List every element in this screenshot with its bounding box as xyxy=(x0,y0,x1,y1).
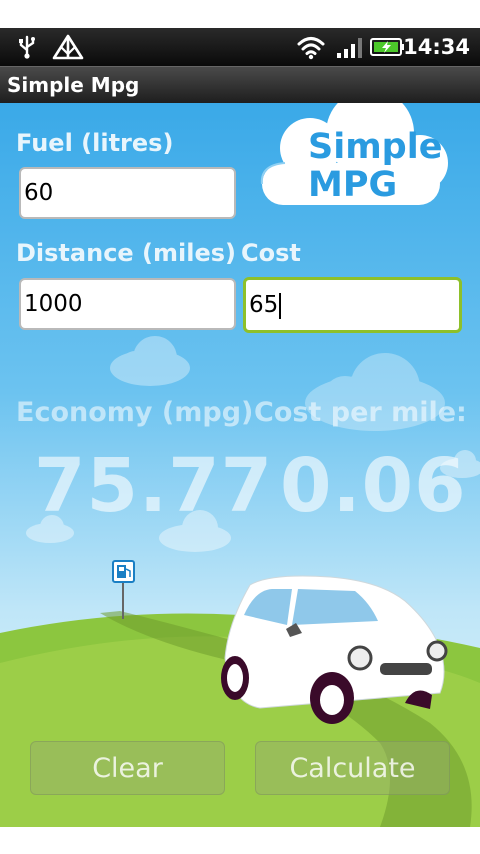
fuel-value: 60 xyxy=(24,180,54,206)
status-bar: 14:34 xyxy=(0,28,480,66)
logo-text-line2: MPG xyxy=(308,165,398,205)
logo-text-line1: Simple xyxy=(308,127,443,167)
cloud xyxy=(110,336,190,386)
battery-charging-icon xyxy=(370,34,406,60)
fuel-sign-icon xyxy=(112,560,135,583)
distance-label: Distance (miles) xyxy=(16,239,237,267)
logo: Simple MPG xyxy=(250,103,450,213)
economy-label: Economy (mpg) xyxy=(16,397,254,428)
clock: 14:34 xyxy=(403,35,470,59)
economy-value: 75.77 xyxy=(34,443,274,529)
fuel-input[interactable]: 60 xyxy=(19,167,236,219)
cost-per-mile-label: Cost per mile: xyxy=(254,397,467,428)
calculate-button[interactable]: Calculate xyxy=(255,741,450,795)
distance-input[interactable]: 1000 xyxy=(19,278,236,330)
fuel-label: Fuel (litres) xyxy=(16,129,174,157)
app-title: Simple Mpg xyxy=(7,73,140,97)
cost-per-mile-value: 0.06 xyxy=(280,443,467,529)
top-margin xyxy=(0,0,480,28)
clear-button[interactable]: Clear xyxy=(30,741,225,795)
distance-value: 1000 xyxy=(24,291,83,317)
cell-signal-icon xyxy=(336,34,364,60)
wifi-icon xyxy=(296,34,326,60)
car xyxy=(221,575,448,724)
bottom-margin xyxy=(0,827,480,854)
usb-icon xyxy=(14,34,40,60)
cost-value: 65 xyxy=(249,292,279,318)
app-content: Simple MPG Fuel (litres) 60 Distance (mi… xyxy=(0,103,480,827)
cost-label: Cost xyxy=(241,239,301,267)
cost-input[interactable]: 65 xyxy=(243,277,462,333)
signal-warning-icon xyxy=(52,34,84,60)
title-bar: Simple Mpg xyxy=(0,66,480,104)
text-caret xyxy=(279,292,282,319)
